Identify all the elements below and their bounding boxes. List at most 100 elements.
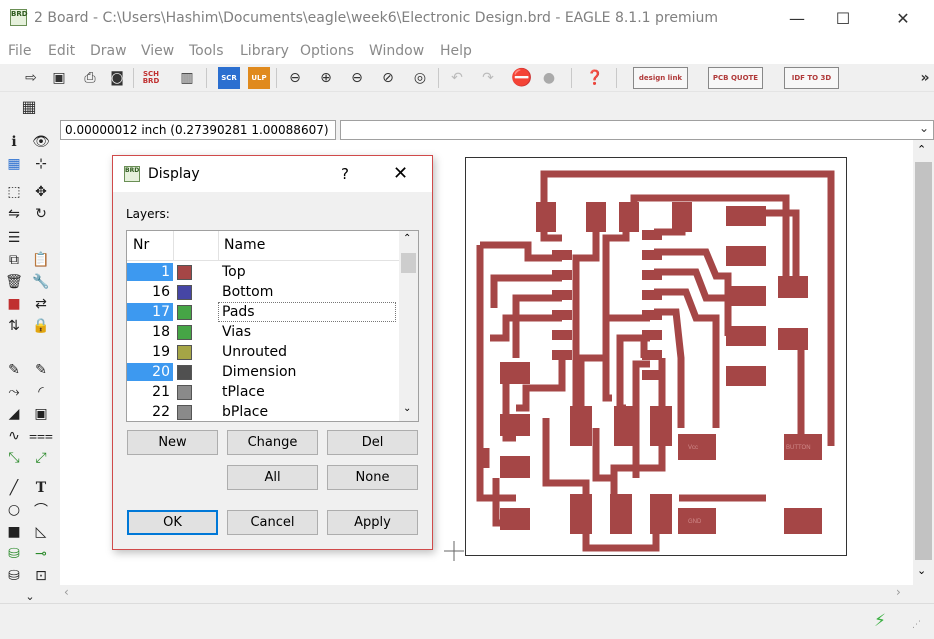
zoom-select-icon[interactable]: ⊘ — [377, 67, 399, 89]
chevron-down-icon[interactable]: ⌄ — [919, 121, 929, 135]
menu-view[interactable]: View — [141, 43, 174, 59]
miter-icon[interactable]: ◜ — [31, 382, 51, 402]
swap-icon[interactable]: ⇅ — [4, 316, 24, 336]
vertical-scrollbar[interactable]: ⌃ ⌄ — [913, 140, 934, 585]
go-icon[interactable]: ● — [538, 67, 560, 89]
resize-grip-icon[interactable]: ⋰ — [912, 620, 921, 630]
layer-color-swatch[interactable] — [177, 405, 192, 420]
layer-color-swatch[interactable] — [177, 365, 192, 380]
print-icon[interactable]: ⎙ — [79, 67, 101, 89]
layer-number[interactable]: 21 — [127, 383, 173, 401]
change-button[interactable]: Change — [227, 430, 318, 455]
name-value-icon[interactable]: ✎ — [4, 360, 24, 380]
menu-window[interactable]: Window — [369, 43, 424, 59]
menu-draw[interactable]: Draw — [90, 43, 127, 59]
wrench-icon[interactable]: 🔧 — [31, 272, 51, 292]
apply-button[interactable]: Apply — [327, 510, 418, 535]
replace-icon[interactable]: ⇄ — [31, 294, 51, 314]
layer-number[interactable]: 19 — [127, 343, 173, 361]
layer-number[interactable]: 16 — [127, 283, 173, 301]
mirror-icon[interactable]: ⇋ — [4, 204, 24, 224]
scroll-left-icon[interactable]: ‹ — [64, 585, 69, 599]
delete-icon[interactable]: 🗑 — [4, 272, 24, 292]
menu-tools[interactable]: Tools — [189, 43, 224, 59]
layer-number[interactable]: 18 — [127, 323, 173, 341]
layer-row[interactable]: 1 Top — [127, 262, 399, 282]
rect-icon[interactable]: ■ — [4, 522, 24, 542]
maximize-button[interactable]: ☐ — [820, 0, 866, 38]
zoom-fit-icon[interactable]: ⊖ — [284, 67, 306, 89]
mark-icon[interactable]: ⊹ — [31, 154, 51, 174]
layer-row[interactable]: 20 Dimension — [127, 362, 399, 382]
via-icon[interactable]: ⛁ — [4, 544, 24, 564]
layer-color-swatch[interactable] — [177, 325, 192, 340]
info-icon[interactable]: ℹ — [4, 132, 24, 152]
menu-help[interactable]: Help — [440, 43, 472, 59]
move-icon[interactable]: ✥ — [31, 182, 51, 202]
menu-library[interactable]: Library — [240, 43, 289, 59]
scroll-right-icon[interactable]: › — [896, 585, 901, 599]
polygon-icon[interactable]: ◺ — [31, 522, 51, 542]
redo-icon[interactable]: ↷ — [477, 67, 499, 89]
paste-icon[interactable]: 📋 — [31, 250, 51, 270]
add-part-icon[interactable]: ■ — [4, 294, 24, 314]
layer-row[interactable]: 18 Vias — [127, 322, 399, 342]
show-icon[interactable]: 👁 — [31, 132, 51, 152]
layer-color-swatch[interactable] — [177, 385, 192, 400]
design-link-button[interactable]: design link — [633, 67, 688, 89]
autoroute-icon[interactable]: ⤢ — [31, 448, 51, 468]
del-button[interactable]: Del — [327, 430, 418, 455]
copy-icon[interactable]: ⧉ — [4, 250, 24, 270]
wire-icon[interactable]: ╱ — [4, 478, 24, 498]
help-icon[interactable]: ❓ — [584, 67, 606, 89]
close-button[interactable]: ✕ — [880, 0, 926, 38]
layer-color-swatch[interactable] — [177, 345, 192, 360]
menu-file[interactable]: File — [8, 43, 31, 59]
group-icon[interactable]: ⬚ — [4, 182, 24, 202]
column-name[interactable]: Name — [224, 237, 265, 253]
ripup-icon[interactable]: ⩶ — [29, 426, 53, 446]
optimize-icon[interactable]: ▣ — [31, 404, 51, 424]
layer-list[interactable]: Nr Name 1 Top 16 Bottom 17 Pads 18 Vias 19 Unrout… — [126, 230, 419, 422]
ulp-icon[interactable]: ULP — [248, 67, 270, 89]
cancel-button[interactable]: Cancel — [227, 510, 318, 535]
layer-color-swatch[interactable] — [177, 285, 192, 300]
text-icon[interactable]: T — [31, 478, 51, 498]
meander-icon[interactable]: ∿ — [4, 426, 24, 446]
attribute-icon[interactable]: ⊡ — [31, 566, 51, 586]
ok-button[interactable]: OK — [127, 510, 218, 535]
layer-color-swatch[interactable] — [177, 265, 192, 280]
dialog-close-button[interactable]: ✕ — [393, 163, 408, 184]
pcb-quote-button[interactable]: PCB QUOTE — [708, 67, 763, 89]
save-icon[interactable]: ▣ — [48, 67, 70, 89]
list-scroll-up-icon[interactable]: ⌃ — [403, 233, 411, 244]
sch-brd-switch-icon[interactable]: SCH BRD — [140, 67, 162, 89]
grid-icon[interactable]: ▦ — [18, 95, 40, 117]
column-nr[interactable]: Nr — [133, 237, 149, 253]
arc-icon[interactable]: ⌒ — [31, 500, 51, 520]
layer-color-swatch[interactable] — [177, 305, 192, 320]
layer-row[interactable]: 22 bPlace — [127, 402, 399, 421]
toolbar-overflow-icon[interactable]: » — [914, 67, 934, 89]
route-icon[interactable]: ⤳ — [4, 382, 24, 402]
layer-list-scrollbar[interactable]: ⌃ ⌄ — [399, 231, 418, 421]
open-icon[interactable]: ⇨ — [20, 67, 42, 89]
dialog-help-button[interactable]: ? — [341, 165, 349, 183]
layer-row[interactable]: 16 Bottom — [127, 282, 399, 302]
new-button[interactable]: New — [127, 430, 218, 455]
vertical-scroll-thumb[interactable] — [915, 162, 932, 560]
redraw-icon[interactable]: ◎ — [409, 67, 431, 89]
none-button[interactable]: None — [327, 465, 418, 490]
idf-to-3d-button[interactable]: IDF TO 3D — [784, 67, 839, 89]
value-icon[interactable]: ✎ — [31, 360, 51, 380]
layer-number[interactable]: 22 — [127, 403, 173, 421]
all-button[interactable]: All — [227, 465, 318, 490]
horizontal-scrollbar[interactable]: ‹ › — [60, 585, 913, 603]
signal-icon[interactable]: ⤡ — [4, 448, 24, 468]
hole-icon[interactable]: ⊸ — [31, 544, 51, 564]
layer-row[interactable]: 19 Unrouted — [127, 342, 399, 362]
align-icon[interactable]: ☰ — [4, 228, 24, 248]
layer-number[interactable]: 1 — [127, 263, 173, 281]
stop-icon[interactable]: ⛔ — [511, 67, 533, 89]
zoom-in-icon[interactable]: ⊕ — [315, 67, 337, 89]
